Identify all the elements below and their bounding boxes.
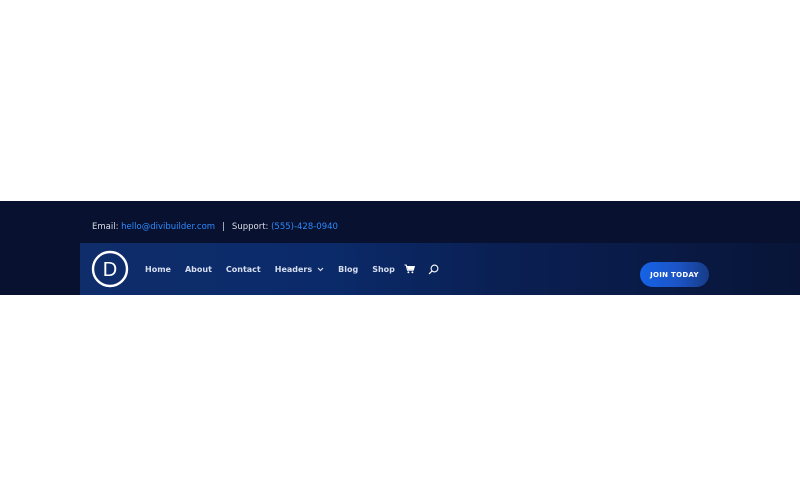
support-label: Support: (231, 222, 269, 232)
site-header: Email: hello@divibuilder.com | Support: … (0, 201, 800, 295)
nav-item-label: Blog (338, 264, 359, 274)
nav-item-label: About (184, 264, 212, 274)
nav-item-blog[interactable]: Blog (338, 265, 358, 274)
logo-icon: D (91, 250, 129, 288)
nav-item-about[interactable]: About (185, 265, 212, 274)
email-link[interactable]: hello@divibuilder.com (121, 222, 215, 232)
search-icon[interactable] (428, 264, 439, 275)
nav-item-headers[interactable]: Headers (275, 265, 324, 274)
nav-item-label: Shop (372, 264, 395, 274)
logo-letter: D (103, 259, 117, 281)
top-info-bar: Email: hello@divibuilder.com | Support: … (92, 219, 338, 235)
cart-icon[interactable] (404, 264, 415, 274)
nav-item-label: Headers (274, 264, 313, 274)
email-label: Email: (92, 222, 119, 232)
chevron-down-icon (317, 267, 324, 272)
support-phone-link[interactable]: (555)-428-0940 (271, 222, 338, 232)
nav-item-home[interactable]: Home (145, 265, 171, 274)
divi-logo[interactable]: D (91, 250, 129, 288)
main-navigation-bar: D Home About Contact Headers Blog Shop J… (80, 243, 800, 295)
nav-item-shop[interactable]: Shop (372, 265, 395, 274)
nav-item-contact[interactable]: Contact (226, 265, 261, 274)
nav-item-label: Home (145, 264, 171, 274)
topbar-separator: | (222, 222, 225, 232)
primary-menu: Home About Contact Headers Blog Shop (145, 243, 452, 295)
nav-item-label: Contact (225, 264, 261, 274)
join-today-button[interactable]: JOIN TODAY (640, 262, 709, 287)
